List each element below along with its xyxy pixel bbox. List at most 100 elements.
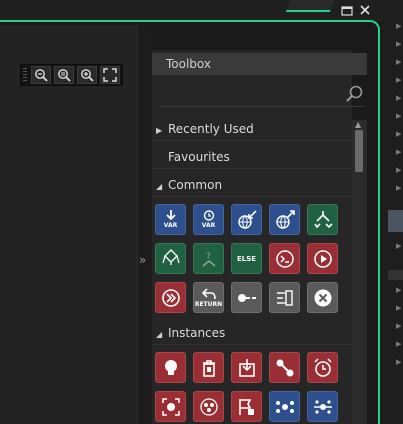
tree-arrow-icon[interactable]: ▶: [396, 148, 401, 156]
tree-arrow-icon[interactable]: ▶: [396, 358, 401, 366]
instance-path-action[interactable]: [269, 352, 300, 383]
fit-screen-icon: [103, 68, 117, 82]
zoom-toolbar: [20, 64, 123, 86]
tree-arrow-icon[interactable]: ▶: [396, 112, 401, 120]
branch-question-icon: ?: [202, 252, 215, 267]
section-instances[interactable]: ◢ Instances: [152, 321, 352, 345]
selected-tree-item[interactable]: [388, 210, 403, 232]
tree-arrow-icon[interactable]: ▶: [396, 22, 401, 30]
cancel-circle-icon: [314, 289, 331, 306]
window-tab-notch: [285, 0, 335, 12]
section-recently-used[interactable]: ▶ Recently Used: [152, 117, 352, 141]
section-common[interactable]: ◢ Common: [152, 173, 352, 197]
trash-icon: [202, 359, 215, 377]
scrollbar-thumb[interactable]: [355, 130, 363, 172]
if-condition-action[interactable]: [307, 204, 338, 235]
instance-merge-action[interactable]: [307, 391, 338, 422]
exit-event-action[interactable]: [231, 282, 262, 313]
section-favourites[interactable]: Favourites: [152, 145, 352, 169]
destroy-action[interactable]: [307, 282, 338, 313]
zoom-out-icon: [35, 69, 48, 82]
exit-dot-icon: [237, 293, 256, 302]
swap-values-action[interactable]: [269, 282, 300, 313]
lightbulb-icon: [164, 359, 177, 375]
flag-icon: [238, 398, 254, 415]
branch-diamond-icon: [161, 248, 180, 265]
if-undefined-action[interactable]: ?: [193, 243, 224, 274]
expanded-triangle-icon: ◢: [156, 182, 163, 191]
focus-target-icon: [161, 397, 180, 416]
toolbox-scrollbar[interactable]: ▲: [352, 120, 367, 424]
instance-create-action[interactable]: [231, 352, 262, 383]
call-function-action[interactable]: [307, 243, 338, 274]
tree-arrow-icon[interactable]: ▶: [396, 58, 401, 66]
zoom-in-icon: [81, 69, 94, 82]
instances-actions-grid: [155, 352, 338, 422]
alarm-clock-icon: [313, 357, 332, 377]
tree-arrow-icon[interactable]: ▶: [396, 40, 401, 48]
instance-cluster-action[interactable]: [193, 391, 224, 422]
set-global-action[interactable]: [269, 204, 300, 235]
var-declare-action[interactable]: VAR: [155, 204, 186, 235]
fast-forward-circle-icon: [161, 288, 180, 307]
panel-splitter[interactable]: [138, 25, 152, 424]
tree-arrow-icon[interactable]: ▶: [396, 94, 401, 102]
expanded-triangle-icon: ◢: [156, 330, 163, 339]
tree-arrow-icon[interactable]: ▶: [396, 286, 401, 294]
zoom-reset-button[interactable]: [54, 66, 74, 84]
restore-button[interactable]: [339, 3, 355, 17]
common-actions-grid: VAR VAR ? ELSE RETURN: [155, 204, 338, 313]
fit-screen-button[interactable]: [100, 66, 120, 84]
swap-icon: [276, 289, 293, 306]
var-temp-action[interactable]: VAR: [193, 204, 224, 235]
restore-icon: [341, 5, 353, 16]
merge-dots-icon: [313, 399, 332, 414]
else-action[interactable]: ELSE: [231, 243, 262, 274]
zoom-in-button[interactable]: [77, 66, 97, 84]
tree-arrow-icon[interactable]: ▶: [396, 322, 401, 330]
tree-arrow-icon[interactable]: ▶: [396, 184, 401, 192]
instance-light-action[interactable]: [155, 352, 186, 383]
zoom-out-button[interactable]: [31, 66, 51, 84]
tree-arrow-icon[interactable]: ▶: [396, 76, 401, 84]
tree-divider: [388, 270, 403, 280]
tree-arrow-icon[interactable]: ▶: [396, 166, 401, 174]
instance-focus-action[interactable]: [155, 391, 186, 422]
zoom-reset-icon: [58, 69, 71, 82]
return-arrow-icon: [201, 287, 216, 299]
run-script-action[interactable]: [155, 282, 186, 313]
if-variable-action[interactable]: [155, 243, 186, 274]
clock-icon: [203, 210, 214, 221]
play-circle-icon: [313, 249, 332, 268]
execute-code-action[interactable]: [269, 243, 300, 274]
tree-arrow-icon[interactable]: ▶: [396, 242, 401, 250]
search-icon[interactable]: [346, 85, 364, 103]
return-action[interactable]: RETURN: [193, 282, 224, 313]
close-button[interactable]: [357, 3, 373, 17]
instance-spread-action[interactable]: [269, 391, 300, 422]
path-nodes-icon: [276, 359, 293, 376]
instance-alarm-action[interactable]: [307, 352, 338, 383]
toolbar-grip[interactable]: [23, 68, 27, 82]
scroll-up-icon[interactable]: ▲: [355, 120, 361, 129]
right-side-panel: ▶ ▶ ▶ ▶ ▶ ▶ ▶ ▶ ▶ ▶ ▶ ▶ ▶ ▶ ▶ ▶: [382, 22, 403, 424]
create-box-icon: [238, 358, 255, 377]
get-global-action[interactable]: [231, 204, 262, 235]
branch-icon: [313, 210, 333, 228]
terminal-icon: [275, 249, 294, 268]
instance-destroy-action[interactable]: [193, 352, 224, 383]
toolbox-panel: Toolbox ▶ Recently Used Favourites ◢ Commo…: [152, 50, 367, 424]
close-icon: [360, 5, 370, 15]
expand-toolbox-button[interactable]: »: [139, 253, 146, 267]
tree-arrow-icon[interactable]: ▶: [396, 340, 401, 348]
instance-flag-action[interactable]: [231, 391, 262, 422]
tree-arrow-icon[interactable]: ▶: [396, 130, 401, 138]
globe-arrow-in-icon: [237, 209, 257, 229]
toolbox-title: Toolbox: [152, 53, 367, 75]
globe-arrow-out-icon: [275, 209, 295, 229]
toolbox-search[interactable]: [160, 82, 364, 107]
cluster-icon: [199, 397, 218, 416]
down-arrow-icon: [165, 210, 176, 221]
spread-dots-icon: [275, 400, 294, 413]
tree-arrow-icon[interactable]: ▶: [396, 304, 401, 312]
